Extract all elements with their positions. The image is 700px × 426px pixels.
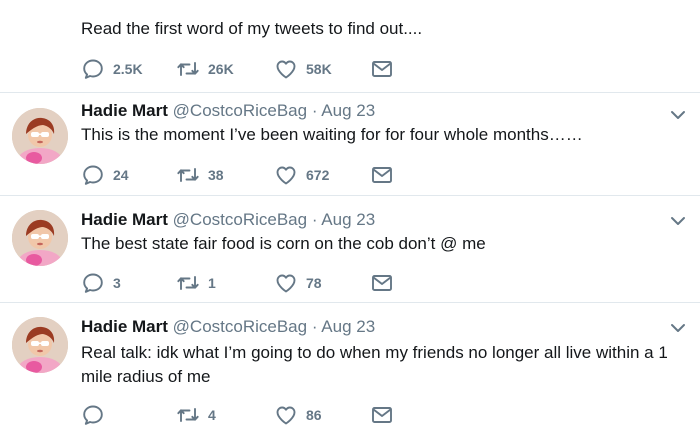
display-name[interactable]: Hadie Mart xyxy=(81,101,168,120)
reply-icon xyxy=(81,57,105,81)
tweet-text-rest: talk: idk what I’m going to do when my f… xyxy=(81,343,668,386)
like-icon xyxy=(274,403,298,426)
reply-button[interactable]: 24 xyxy=(81,163,129,187)
like-count: 86 xyxy=(306,407,322,423)
tweet-date[interactable]: Aug 23 xyxy=(321,317,375,336)
handle[interactable]: @CostcoRiceBag xyxy=(173,317,307,336)
tweet-menu-button[interactable] xyxy=(670,322,686,334)
retweet-count: 4 xyxy=(208,407,216,423)
avatar-image xyxy=(12,108,68,164)
highlighted-first-word: This xyxy=(75,123,118,147)
display-name[interactable]: Hadie Mart xyxy=(81,317,168,336)
reply-button[interactable]: 3 xyxy=(81,271,121,295)
handle[interactable]: @CostcoRiceBag xyxy=(173,101,307,120)
tweet-header: Hadie Mart @CostcoRiceBag · Aug 23 xyxy=(81,317,375,337)
like-count: 78 xyxy=(306,275,322,291)
tweet-text: Real talk: idk what I’m going to do when… xyxy=(76,341,671,389)
separator: · xyxy=(311,101,318,120)
like-button[interactable]: 78 xyxy=(274,271,322,295)
message-icon xyxy=(370,57,394,81)
display-name[interactable]: Hadie Mart xyxy=(81,210,168,229)
tweet-text: The best state fair food is corn on the … xyxy=(75,232,681,256)
retweet-icon xyxy=(176,57,200,81)
like-icon xyxy=(274,57,298,81)
chevron-down-icon xyxy=(670,109,686,121)
separator: · xyxy=(311,210,318,229)
reply-button[interactable] xyxy=(81,403,113,426)
chevron-down-icon xyxy=(670,215,686,227)
tweet-menu-button[interactable] xyxy=(670,215,686,227)
message-icon xyxy=(370,403,394,426)
message-icon xyxy=(370,163,394,187)
like-button[interactable]: 58K xyxy=(274,57,332,81)
retweet-button[interactable]: 4 xyxy=(176,403,216,426)
message-button[interactable] xyxy=(370,271,394,295)
retweet-icon xyxy=(176,271,200,295)
handle[interactable]: @CostcoRiceBag xyxy=(173,210,307,229)
highlighted-first-word: Real xyxy=(76,341,120,365)
like-icon xyxy=(274,163,298,187)
reply-icon xyxy=(81,403,105,426)
tweet[interactable]: Hadie Mart @CostcoRiceBag · Aug 23 This … xyxy=(0,93,700,195)
tweet[interactable]: Hadie Mart @CostcoRiceBag · Aug 23 The b… xyxy=(0,196,700,302)
retweet-count: 1 xyxy=(208,275,216,291)
tweet-menu-button[interactable] xyxy=(670,109,686,121)
tweet[interactable]: Hadie Mart @CostcoRiceBag · Aug 23 Real … xyxy=(0,303,700,426)
retweet-button[interactable]: 38 xyxy=(176,163,224,187)
like-button[interactable]: 672 xyxy=(274,163,329,187)
tweet-date[interactable]: Aug 23 xyxy=(321,101,375,120)
chevron-down-icon xyxy=(670,322,686,334)
avatar-image xyxy=(12,317,68,373)
reply-count: 2.5K xyxy=(113,61,143,77)
reply-count: 24 xyxy=(113,167,129,183)
message-button[interactable] xyxy=(370,163,394,187)
avatar[interactable] xyxy=(12,108,68,164)
message-icon xyxy=(370,271,394,295)
tweet-header: Hadie Mart @CostcoRiceBag · Aug 23 xyxy=(81,210,375,230)
reply-icon xyxy=(81,271,105,295)
tweet-partial[interactable]: Read the first word of my tweets to find… xyxy=(0,0,700,93)
message-button[interactable] xyxy=(370,403,394,426)
reply-button[interactable]: 2.5K xyxy=(81,57,143,81)
avatar[interactable] xyxy=(12,210,68,266)
highlighted-first-word: The xyxy=(75,232,115,256)
retweet-button[interactable]: 1 xyxy=(176,271,216,295)
retweet-button[interactable]: 26K xyxy=(176,57,234,81)
retweet-icon xyxy=(176,403,200,426)
tweet-header: Hadie Mart @CostcoRiceBag · Aug 23 xyxy=(81,101,375,121)
like-icon xyxy=(274,271,298,295)
separator: · xyxy=(311,317,318,336)
tweet-text: This is the moment I’ve been waiting for… xyxy=(75,123,681,147)
tweet-text-rest: best state fair food is corn on the cob … xyxy=(110,234,486,253)
avatar-image xyxy=(12,210,68,266)
reply-icon xyxy=(81,163,105,187)
tweet-text: Read the first word of my tweets to find… xyxy=(81,19,423,38)
like-count: 672 xyxy=(306,167,330,183)
retweet-icon xyxy=(176,163,200,187)
avatar[interactable] xyxy=(12,317,68,373)
tweet-text-rest: is the moment I’ve been waiting for for … xyxy=(113,125,583,144)
message-button[interactable] xyxy=(370,57,394,81)
like-count: 58K xyxy=(306,61,332,77)
retweet-count: 26K xyxy=(208,61,234,77)
reply-count: 3 xyxy=(113,275,121,291)
retweet-count: 38 xyxy=(208,167,224,183)
tweet-date[interactable]: Aug 23 xyxy=(321,210,375,229)
like-button[interactable]: 86 xyxy=(274,403,322,426)
